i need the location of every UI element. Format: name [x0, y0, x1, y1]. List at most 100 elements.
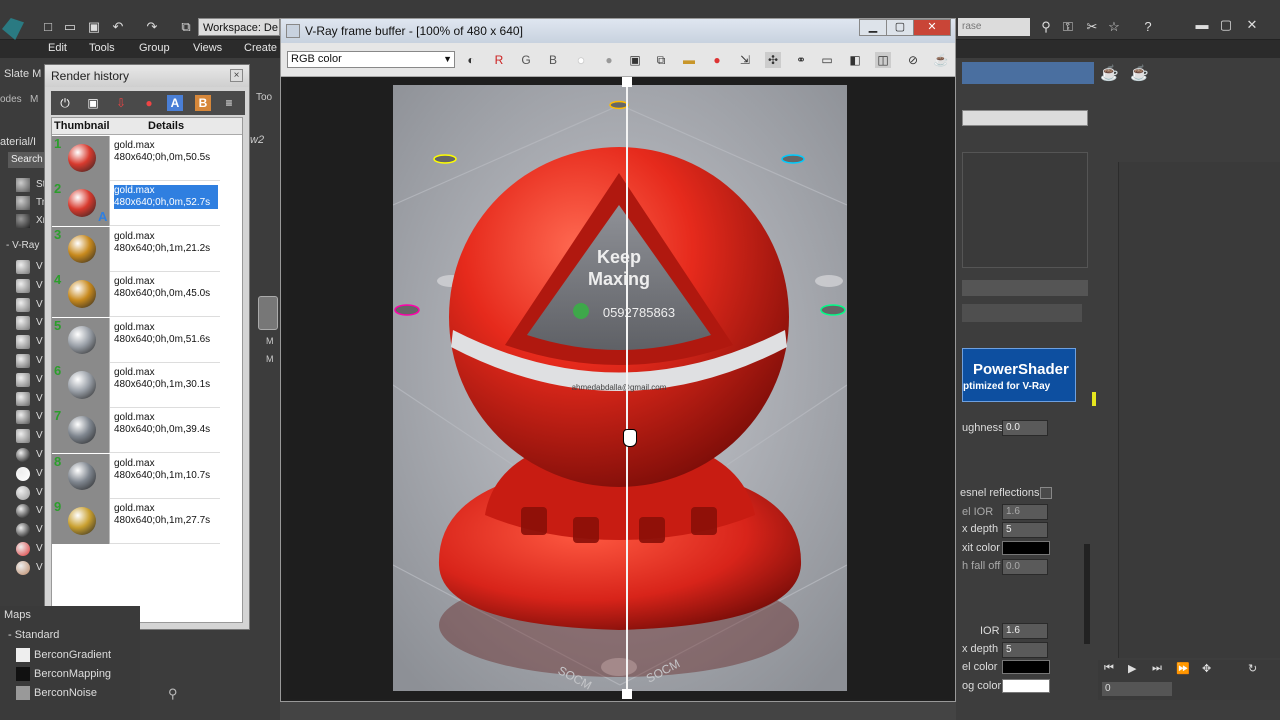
map-item[interactable]: BerconMapping [14, 666, 140, 682]
search-input[interactable]: rase [958, 18, 1030, 36]
workspace-dropdown[interactable]: Workspace: De [198, 18, 280, 36]
item-details[interactable]: gold.max 480x640;0h,0m,50.5s [114, 140, 218, 164]
channel-select[interactable]: RGB color ▼ [287, 51, 455, 68]
thumbnail[interactable]: 8 [52, 453, 110, 499]
view-tab-label[interactable]: w2 [250, 134, 264, 146]
redo-icon[interactable]: ↷ [144, 19, 160, 35]
material-swatch[interactable] [16, 278, 30, 293]
vfb-close-button[interactable]: ✕ [913, 19, 951, 36]
binoculars-icon[interactable]: ⚲ [168, 686, 178, 702]
load-icon[interactable]: ⇩ [113, 95, 129, 111]
alpha-white-icon[interactable]: ● [573, 52, 589, 68]
compare-icon[interactable]: ◧ [847, 52, 863, 68]
help-icon[interactable]: ? [1140, 19, 1156, 35]
thumbnail[interactable]: 1 [52, 136, 110, 181]
thumbnail[interactable]: 6 [52, 363, 110, 408]
list-item[interactable]: 7 gold.max 480x640;0h,0m,39.4s [52, 408, 220, 454]
save-icon[interactable]: ▣ [85, 95, 101, 111]
list-item[interactable]: 6 gold.max 480x640;0h,1m,30.1s [52, 363, 220, 408]
remove-icon[interactable]: ● [141, 95, 157, 111]
power-icon[interactable]: ⏻ [57, 95, 73, 111]
material-swatch[interactable] [16, 504, 30, 519]
compare-handle-bottom[interactable] [622, 689, 632, 699]
thumbnail[interactable]: 5 [52, 317, 110, 363]
stop-render-icon[interactable]: ⊘ [905, 52, 921, 68]
teapot-render-icon[interactable]: ☕ [933, 52, 949, 68]
rollout-bar[interactable] [962, 304, 1082, 322]
material-swatch[interactable] [16, 448, 30, 462]
item-details[interactable]: gold.max 480x640;0h,1m,30.1s [114, 367, 218, 391]
orbit-icon[interactable]: ↻ [1248, 662, 1257, 675]
material-swatch[interactable] [16, 523, 30, 538]
clear-image-icon[interactable]: ● [709, 52, 725, 68]
last-frame-icon[interactable]: ⏩ [1176, 662, 1190, 675]
play-icon[interactable]: ▶ [1128, 662, 1136, 675]
item-details[interactable]: gold.max 480x640;0h,1m,27.7s [114, 503, 218, 527]
save-all-icon[interactable]: ⧉ [653, 52, 669, 68]
slate-tab-nodes[interactable]: odes [0, 94, 22, 105]
thumbnail[interactable]: 2A [52, 181, 110, 227]
undo-icon[interactable]: ↶ [110, 19, 126, 35]
vray-group-header[interactable]: - V-Ray [6, 240, 39, 251]
lens-fx-icon[interactable]: ◫ [875, 52, 891, 68]
material-swatch[interactable] [16, 335, 30, 350]
vfb-minimize-button[interactable]: ▁ [859, 19, 887, 36]
menu-edit[interactable]: Edit [48, 42, 67, 54]
binoculars-icon[interactable]: ⚲ [1038, 19, 1054, 35]
close-icon[interactable]: ✕ [1244, 17, 1260, 33]
column-thumbnail[interactable]: Thumbnail [54, 120, 110, 132]
item-details[interactable]: gold.max 480x640;0h,0m,52.7s [114, 185, 218, 210]
material-swatch[interactable] [16, 372, 30, 387]
region-icon[interactable]: ▭ [819, 52, 835, 68]
panel-dropdown[interactable] [962, 110, 1088, 126]
list-item[interactable]: 9 gold.max 480x640;0h,1m,27.7s [52, 499, 220, 545]
project-icon[interactable]: ⧉ [178, 19, 194, 35]
item-details[interactable]: gold.max 480x640;0h,0m,51.6s [114, 322, 218, 346]
item-details[interactable]: gold.max 480x640;0h,1m,21.2s [114, 231, 218, 255]
material-swatch[interactable] [16, 542, 30, 556]
material-swatch[interactable] [16, 260, 30, 274]
node-handle[interactable] [258, 296, 278, 330]
compare-a-icon[interactable]: A [167, 95, 183, 111]
load-image-icon[interactable]: ▬ [681, 52, 697, 68]
material-swatch[interactable] [16, 560, 30, 575]
frame-field[interactable]: 0 [1102, 682, 1172, 696]
material-swatch[interactable] [16, 391, 30, 406]
list-item[interactable]: 4 gold.max 480x640;0h,0m,45.0s [52, 272, 220, 318]
panel-scrollbar[interactable] [1084, 544, 1090, 644]
list-item[interactable]: 1 gold.max 480x640;0h,0m,50.5s [52, 136, 220, 181]
material-swatch[interactable] [16, 410, 30, 425]
roughness-spinner[interactable]: 0.0 [1002, 420, 1048, 436]
thumbnail[interactable]: 9 [52, 499, 110, 545]
save-icon[interactable]: ▣ [86, 19, 102, 35]
refraction-color-swatch[interactable] [1002, 660, 1050, 674]
material-swatch[interactable] [16, 429, 30, 444]
teapot-icon[interactable]: ☕ [1100, 64, 1122, 84]
mono-icon[interactable]: ● [601, 52, 617, 68]
fog-color-swatch[interactable] [1002, 679, 1050, 693]
slate-tab-m[interactable]: M [30, 94, 38, 105]
color-picker-icon[interactable]: ◐ [463, 52, 479, 68]
menu-group[interactable]: Group [139, 42, 170, 54]
menu-icon[interactable]: ≡ [221, 95, 237, 111]
refraction-depth-spinner[interactable]: 5 [1002, 642, 1048, 658]
list-item[interactable]: 2 Agold.max 480x640;0h,0m,52.7s [52, 181, 220, 227]
open-file-icon[interactable]: ▭ [62, 19, 78, 35]
vfb-maximize-button[interactable]: ▢ [886, 19, 914, 36]
star-icon[interactable]: ☆ [1106, 19, 1122, 35]
rollout-header[interactable] [962, 280, 1088, 296]
exit-color-swatch[interactable] [1002, 541, 1050, 555]
key-icon[interactable]: ⚿ [1060, 19, 1076, 35]
track-mouse-icon[interactable]: ✣ [765, 52, 781, 68]
compare-b-icon[interactable]: B [195, 95, 211, 111]
compare-handle-top[interactable] [622, 77, 632, 87]
render-viewport[interactable]: ahmedabdalla@gmail.com Keep Maxing 05927… [287, 77, 951, 699]
item-details[interactable]: gold.max 480x640;0h,0m,45.0s [114, 276, 218, 300]
thumbnail[interactable]: 4 [52, 272, 110, 318]
maps-group[interactable]: - Standard [8, 629, 59, 641]
item-details[interactable]: gold.max 480x640;0h,1m,10.7s [114, 458, 218, 482]
new-file-icon[interactable]: □ [40, 19, 56, 35]
prev-frame-icon[interactable]: ⏮ [1104, 662, 1114, 675]
material-swatch[interactable] [16, 354, 30, 368]
max-logo-icon[interactable] [2, 18, 24, 40]
